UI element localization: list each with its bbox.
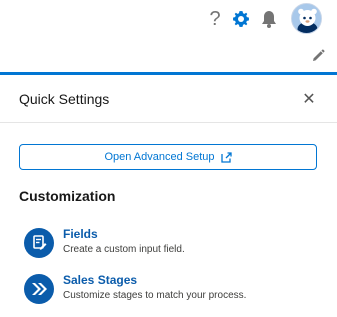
setup-bar xyxy=(0,38,337,72)
double-chevron-icon xyxy=(24,274,54,304)
panel-header: Quick Settings ✕ xyxy=(0,75,337,123)
item-description: Customize stages to match your process. xyxy=(63,290,247,301)
pencil-icon[interactable] xyxy=(310,48,326,64)
item-description: Create a custom input field. xyxy=(63,244,185,255)
external-link-icon xyxy=(220,151,232,163)
help-icon[interactable]: ? xyxy=(207,6,223,32)
bell-icon[interactable] xyxy=(259,9,279,29)
close-icon[interactable]: ✕ xyxy=(300,91,318,109)
gear-icon[interactable] xyxy=(231,9,251,29)
open-advanced-setup-button[interactable]: Open Advanced Setup xyxy=(19,144,317,170)
quick-settings-panel: Quick Settings ✕ Open Advanced Setup Cus… xyxy=(0,72,337,317)
item-title[interactable]: Fields xyxy=(63,227,98,241)
form-icon xyxy=(24,228,54,258)
panel-title: Quick Settings xyxy=(19,91,110,107)
global-header: ? xyxy=(0,0,337,38)
section-title: Customization xyxy=(19,188,116,204)
avatar[interactable] xyxy=(291,3,322,34)
item-title[interactable]: Sales Stages xyxy=(63,273,137,287)
list-item-sales-stages[interactable]: Sales Stages Customize stages to match y… xyxy=(24,272,324,308)
avatar-image xyxy=(292,4,321,33)
open-advanced-setup-label: Open Advanced Setup xyxy=(104,151,215,163)
list-item-fields[interactable]: Fields Create a custom input field. xyxy=(24,226,324,262)
